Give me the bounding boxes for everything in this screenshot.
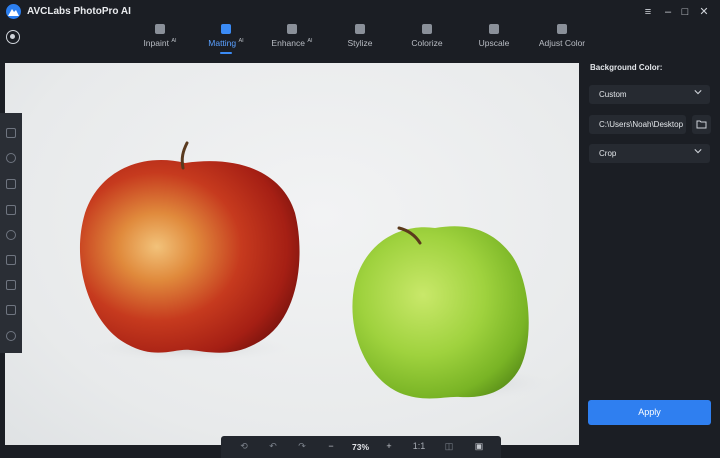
tab-colorize-label: Colorize [411,38,443,48]
tab-enhance[interactable]: Enhance AI [266,24,318,54]
folder-icon [696,120,707,129]
inpaint-icon [155,24,165,34]
redo-icon[interactable]: ↷ [296,441,308,452]
app-title: AVCLabs PhotoPro AI [27,6,131,17]
settings-panel: Background Color: Custom C:\Users\Noah\D… [582,56,720,458]
apply-button[interactable]: Apply [588,400,711,425]
pointer-icon[interactable] [6,179,16,189]
enhance-icon [287,24,297,34]
colorize-icon [422,24,432,34]
home-icon[interactable] [6,30,20,44]
history-icon[interactable] [6,331,16,341]
tab-stylize-label: Stylize [347,38,373,48]
folder-button[interactable] [692,115,711,134]
main-toolbar: Inpaint AI Matting AI Enhance AI Stylize… [0,24,720,56]
zoom-out-button[interactable]: − [325,441,337,451]
select-icon[interactable] [6,280,16,290]
tab-inpaint-label: Inpaint [143,38,169,48]
adjust-color-icon [557,24,567,34]
photo-apples [79,141,555,401]
reset-icon[interactable]: ⟲ [238,441,250,452]
title-bar: AVCLabs PhotoPro AI ≡ – □ ✕ [0,0,720,24]
stylize-icon [355,24,365,34]
background-mode-select[interactable]: Custom [589,85,710,104]
menu-icon[interactable]: ≡ [640,4,656,20]
image-canvas[interactable] [5,63,579,445]
app-logo-icon [6,4,21,19]
close-icon[interactable]: ✕ [696,4,712,20]
maximize-icon[interactable]: □ [677,4,693,20]
tab-adjust-color[interactable]: Adjust Color [533,24,591,54]
tab-colorize[interactable]: Colorize [404,24,450,54]
matting-icon [221,24,231,34]
ai-badge: AI [238,38,244,45]
ai-badge: AI [171,38,177,45]
ai-badge: AI [307,38,313,45]
tab-adjust-color-label: Adjust Color [538,38,586,48]
tab-inpaint[interactable]: Inpaint AI [134,24,186,54]
brush-icon[interactable] [6,153,16,163]
ellipse-icon[interactable] [6,230,16,240]
image-icon[interactable] [6,128,16,138]
tab-upscale[interactable]: Upscale [471,24,517,54]
minimize-icon[interactable]: – [660,4,676,20]
compare-icon[interactable]: ◫ [443,441,455,452]
left-toolbar [0,113,22,353]
tab-stylize[interactable]: Stylize [337,24,383,54]
tab-enhance-label: Enhance [271,38,305,48]
eraser-icon[interactable] [6,305,16,315]
zoom-in-button[interactable]: + [383,441,395,451]
mask-icon[interactable] [6,255,16,265]
chevron-down-icon [694,149,702,154]
save-icon[interactable]: ▣ [473,441,485,452]
upscale-icon [489,24,499,34]
actual-size-button[interactable]: 1:1 [411,441,427,451]
rectangle-icon[interactable] [6,205,16,215]
crop-mode-value: Crop [599,149,617,158]
tab-matting-label: Matting [208,38,237,48]
crop-mode-select[interactable]: Crop [589,144,710,163]
zoom-level: 73% [352,442,370,452]
tab-matting[interactable]: Matting AI [200,24,252,54]
chevron-down-icon [694,90,702,95]
background-color-label: Background Color: [590,63,663,72]
tab-upscale-label: Upscale [478,38,510,48]
zoom-bar: ⟲ ↶ ↷ − 73% + 1:1 ◫ ▣ [221,436,501,458]
undo-icon[interactable]: ↶ [267,441,279,452]
background-mode-value: Custom [599,90,627,99]
output-path-field[interactable]: C:\Users\Noah\Desktop [589,115,686,134]
